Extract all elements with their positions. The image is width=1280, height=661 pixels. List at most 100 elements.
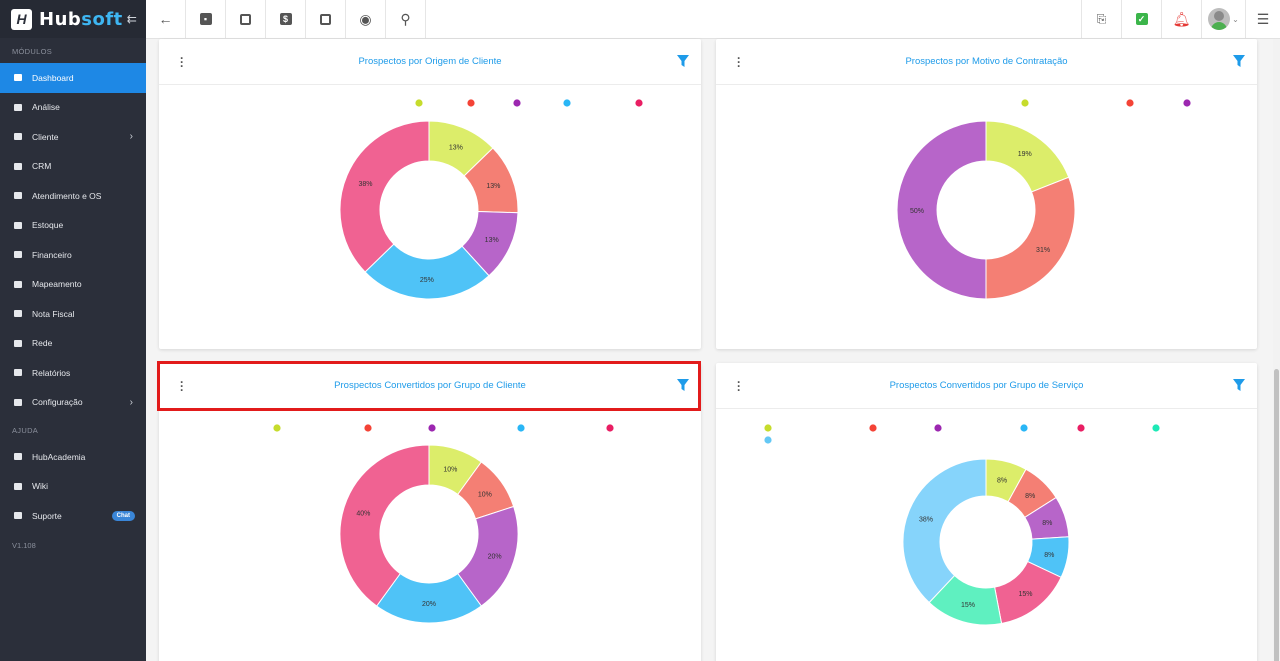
legend-dot-3[interactable] bbox=[513, 99, 521, 107]
sidebar-item-mapeamento[interactable]: Mapeamento bbox=[0, 270, 146, 300]
slice-label-1: 19% bbox=[1018, 151, 1032, 158]
view-button[interactable]: ◉ bbox=[346, 0, 386, 38]
legend-dot-7[interactable] bbox=[764, 436, 772, 444]
terminal-shortcut-button[interactable] bbox=[306, 0, 346, 38]
legend-dot-3[interactable] bbox=[1183, 99, 1191, 107]
hubsoft-logo-text: Hubsoft bbox=[39, 8, 123, 30]
chat-badge[interactable]: Chat bbox=[111, 510, 135, 521]
stock-icon bbox=[13, 221, 22, 230]
section-label-help: AJUDA bbox=[12, 426, 39, 435]
terminal-icon bbox=[320, 13, 331, 25]
legend-dot-5[interactable] bbox=[606, 424, 614, 432]
gear-icon bbox=[13, 398, 22, 407]
slice-label-3: 50% bbox=[910, 208, 924, 215]
sidebar-item-an-lise[interactable]: Análise bbox=[0, 93, 146, 123]
slice-label-2: 8% bbox=[1025, 493, 1035, 500]
sidebar-item-label: Rede bbox=[32, 338, 53, 349]
sidebar-item-relat-rios[interactable]: Relatórios bbox=[0, 358, 146, 388]
sidebar-item-crm[interactable]: CRM bbox=[0, 152, 146, 182]
pie-slice-5[interactable] bbox=[339, 120, 430, 273]
legend-dot-2[interactable] bbox=[869, 424, 877, 432]
sidebar-item-label: Dashboard bbox=[32, 72, 74, 83]
legend-dot-5[interactable] bbox=[635, 99, 643, 107]
sidebar-item-financeiro[interactable]: Financeiro bbox=[0, 240, 146, 270]
sidebar-nav: Dashboard Análise Cliente › CRM Atendimento e… bbox=[0, 63, 146, 417]
dollar-icon: $ bbox=[279, 13, 292, 25]
legend-dot-4[interactable] bbox=[517, 424, 525, 432]
topbar: ← ▪ $ ◉ ⚲ ⎘ ✓ 🔔︎ ⌄ ☰ bbox=[146, 0, 1280, 39]
finance-icon bbox=[13, 250, 22, 259]
calendar-clock-icon bbox=[240, 13, 251, 25]
sidebar-item-label: Cliente bbox=[32, 131, 59, 142]
pie-slice-2[interactable] bbox=[985, 176, 1076, 300]
sidebar-item-label: Configuração bbox=[32, 397, 83, 408]
legend-dot-1[interactable] bbox=[415, 99, 423, 107]
sidebar: H Hubsoft ⇇ MÓDULOS Dashboard Análise Clie… bbox=[0, 0, 146, 661]
donut-chart: 19% 31% 50% bbox=[896, 99, 1191, 300]
alerts-button[interactable]: 🔔︎ bbox=[1161, 0, 1201, 38]
sidebar-item-rede[interactable]: Rede bbox=[0, 329, 146, 359]
pie-slice-7[interactable] bbox=[902, 458, 987, 604]
collapse-menu-icon[interactable]: ⇇ bbox=[127, 12, 137, 26]
legend-dot-4[interactable] bbox=[1020, 424, 1028, 432]
logo-bar: H Hubsoft ⇇ bbox=[0, 0, 146, 38]
messages-button[interactable]: ✓ bbox=[1121, 0, 1161, 38]
crm-icon bbox=[13, 162, 22, 171]
sidebar-item-configura-o[interactable]: Configuração › bbox=[0, 388, 146, 418]
sidebar-item-wiki[interactable]: Wiki bbox=[0, 472, 146, 502]
report-icon bbox=[13, 368, 22, 377]
legend-dot-2[interactable] bbox=[1126, 99, 1134, 107]
hubsoft-logo-icon: H bbox=[11, 8, 32, 30]
sidebar-item-label: Relatórios bbox=[32, 367, 71, 378]
legend-dot-6[interactable] bbox=[1152, 424, 1160, 432]
chevron-right-icon: › bbox=[129, 131, 133, 143]
legend-dot-3[interactable] bbox=[428, 424, 436, 432]
back-button[interactable]: ← bbox=[146, 0, 186, 38]
pdf-button[interactable]: ⎘ bbox=[1081, 0, 1121, 38]
legend-dot-5[interactable] bbox=[1077, 424, 1085, 432]
chat-check-icon: ✓ bbox=[1135, 13, 1148, 25]
legend-dot-1[interactable] bbox=[273, 424, 281, 432]
client-icon bbox=[13, 132, 22, 141]
sidebar-item-label: Wiki bbox=[32, 481, 49, 492]
legend-dot-1[interactable] bbox=[764, 424, 772, 432]
slice-label-2: 10% bbox=[478, 491, 492, 498]
calendar-shortcut-button[interactable] bbox=[226, 0, 266, 38]
map-pin-icon bbox=[13, 280, 22, 289]
dashboard-icon bbox=[13, 73, 22, 82]
search-icon: ⚲ bbox=[400, 10, 411, 27]
slice-label-3: 8% bbox=[1042, 520, 1052, 527]
highlight-box bbox=[157, 361, 701, 411]
sidebar-item-hubacademia[interactable]: HubAcademia bbox=[0, 442, 146, 472]
legend-dot-3[interactable] bbox=[934, 424, 942, 432]
scrollbar[interactable] bbox=[1273, 39, 1280, 661]
slice-label-1: 13% bbox=[449, 144, 463, 151]
sidebar-item-cliente[interactable]: Cliente › bbox=[0, 122, 146, 152]
finance-shortcut-button[interactable]: $ bbox=[266, 0, 306, 38]
sidebar-item-atendimento-e-os[interactable]: Atendimento e OS bbox=[0, 181, 146, 211]
pdf-file-icon: ⎘ bbox=[1096, 11, 1107, 26]
slice-label-2: 31% bbox=[1036, 247, 1050, 254]
legend-dot-2[interactable] bbox=[467, 99, 475, 107]
client-shortcut-button[interactable]: ▪ bbox=[186, 0, 226, 38]
search-button[interactable]: ⚲ bbox=[386, 0, 426, 38]
legend-dot-4[interactable] bbox=[563, 99, 571, 107]
section-label-modules: MÓDULOS bbox=[12, 47, 53, 56]
legend-dot-1[interactable] bbox=[1021, 99, 1029, 107]
slice-label-5: 15% bbox=[1019, 591, 1033, 598]
sidebar-item-label: Análise bbox=[32, 102, 60, 113]
sidebar-item-dashboard[interactable]: Dashboard bbox=[0, 63, 146, 93]
sidebar-item-suporte[interactable]: Suporte Chat bbox=[0, 501, 146, 531]
slice-label-5: 38% bbox=[358, 181, 372, 188]
sidebar-item-nota-fiscal[interactable]: Nota Fiscal bbox=[0, 299, 146, 329]
scrollbar-thumb[interactable] bbox=[1274, 369, 1279, 661]
support-icon bbox=[13, 511, 22, 520]
legend-dot-2[interactable] bbox=[364, 424, 372, 432]
user-menu-button[interactable]: ⌄ bbox=[1201, 0, 1245, 38]
sidebar-item-estoque[interactable]: Estoque bbox=[0, 211, 146, 241]
wiki-icon bbox=[13, 482, 22, 491]
list-icon: ☰ bbox=[1256, 10, 1270, 27]
list-menu-button[interactable]: ☰ bbox=[1245, 0, 1280, 38]
slice-label-1: 10% bbox=[443, 466, 457, 473]
sidebar-item-label: Financeiro bbox=[32, 249, 72, 260]
